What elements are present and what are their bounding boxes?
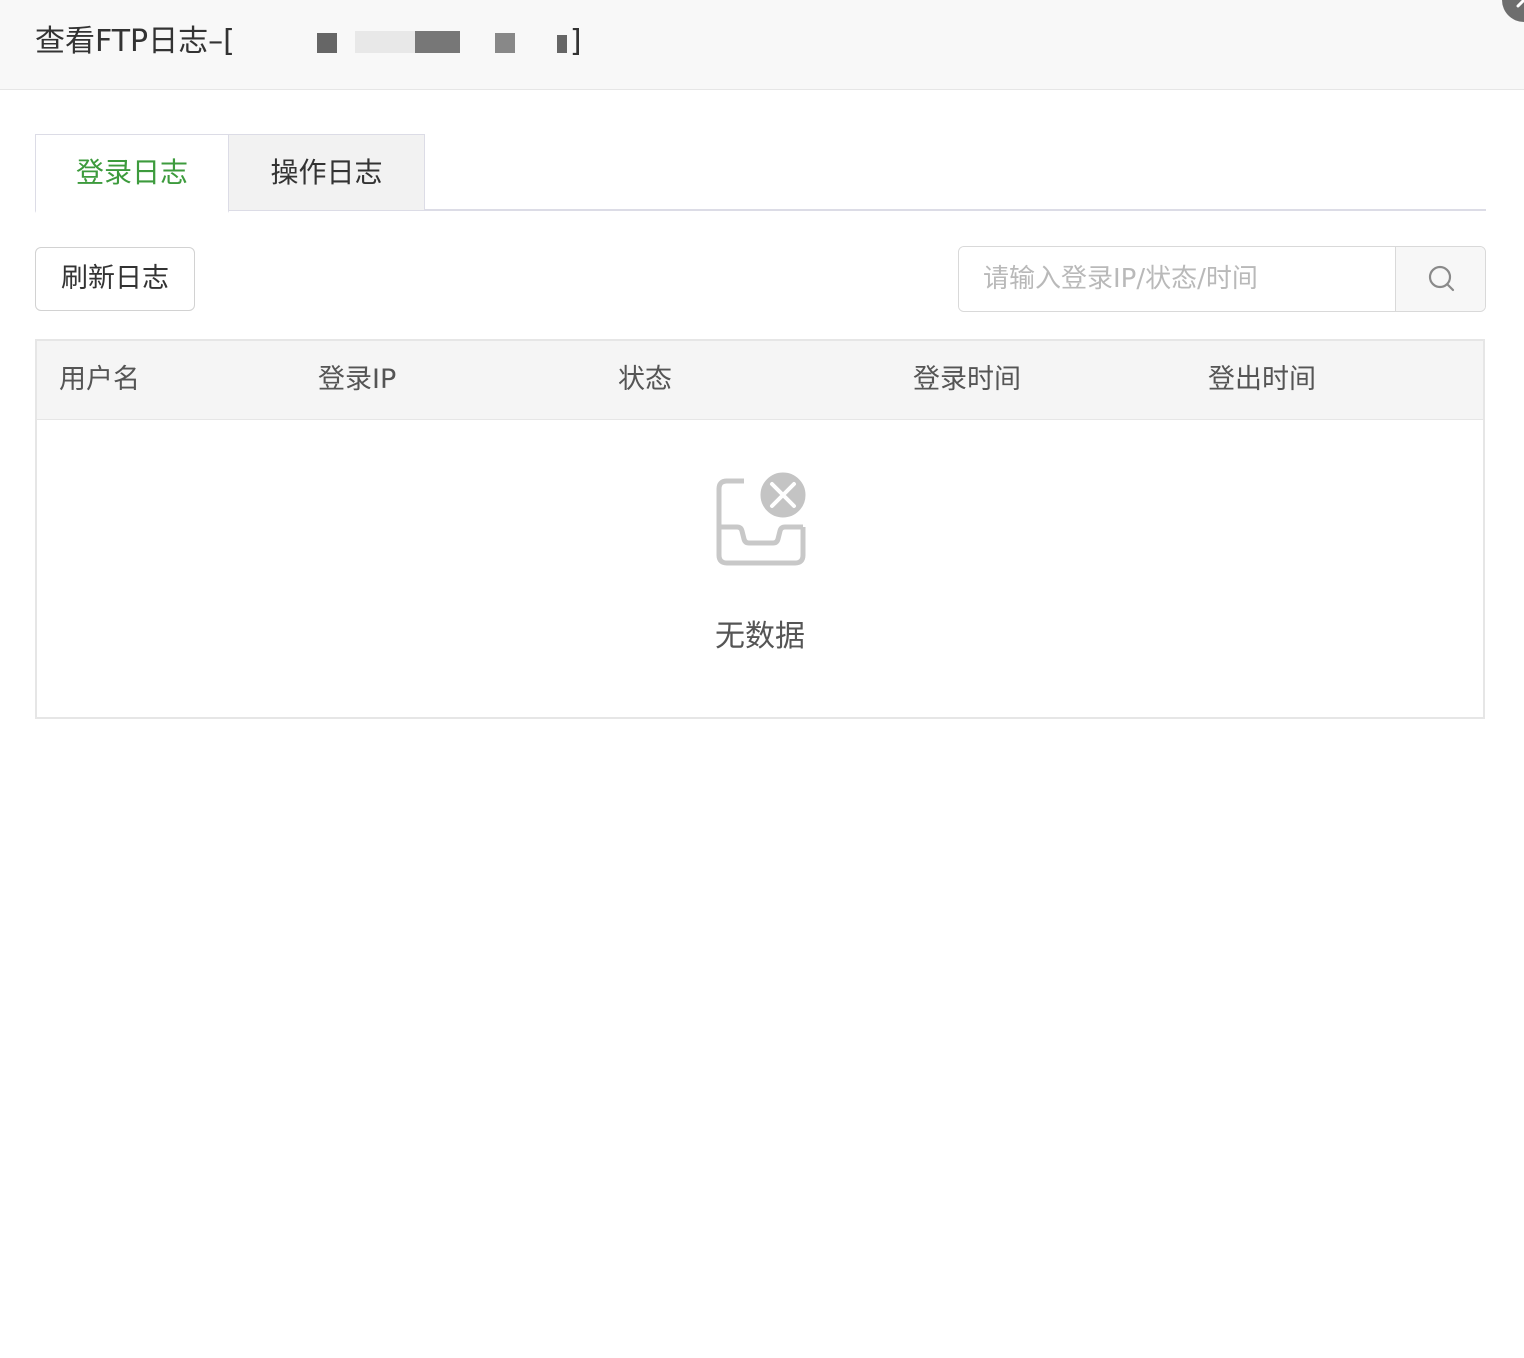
empty-inbox-icon bbox=[709, 469, 813, 577]
search-box bbox=[958, 246, 1486, 312]
login-log-table: 用户名 登录IP 状态 登录时间 登出时间 无数据 bbox=[35, 339, 1485, 719]
search-icon bbox=[1428, 265, 1454, 292]
dialog-title: 查看FTP日志–[ ] bbox=[35, 22, 582, 62]
refresh-log-button[interactable]: 刷新日志 bbox=[35, 247, 195, 311]
column-login-ip: 登录IP bbox=[318, 364, 397, 395]
search-input[interactable] bbox=[959, 247, 1395, 311]
redacted-site-name bbox=[235, 25, 570, 55]
table-header: 用户名 登录IP 状态 登录时间 登出时间 bbox=[37, 341, 1483, 420]
dialog-title-text: 查看FTP日志–[ bbox=[35, 24, 235, 59]
log-tabs: 登录日志 操作日志 bbox=[35, 134, 1486, 213]
column-login-time: 登录时间 bbox=[913, 364, 1021, 395]
close-icon bbox=[1516, 0, 1524, 8]
dialog-header: 查看FTP日志–[ ] bbox=[0, 0, 1524, 90]
tab-operation-log[interactable]: 操作日志 bbox=[228, 134, 425, 211]
dialog-title-suffix: ] bbox=[569, 24, 582, 59]
close-button[interactable] bbox=[1502, 0, 1524, 22]
empty-state-text: 无数据 bbox=[715, 619, 805, 654]
column-username: 用户名 bbox=[59, 364, 140, 395]
column-logout-time: 登出时间 bbox=[1208, 364, 1316, 395]
tab-login-log[interactable]: 登录日志 bbox=[35, 134, 229, 213]
search-button[interactable] bbox=[1395, 247, 1485, 311]
column-status: 状态 bbox=[618, 364, 672, 395]
